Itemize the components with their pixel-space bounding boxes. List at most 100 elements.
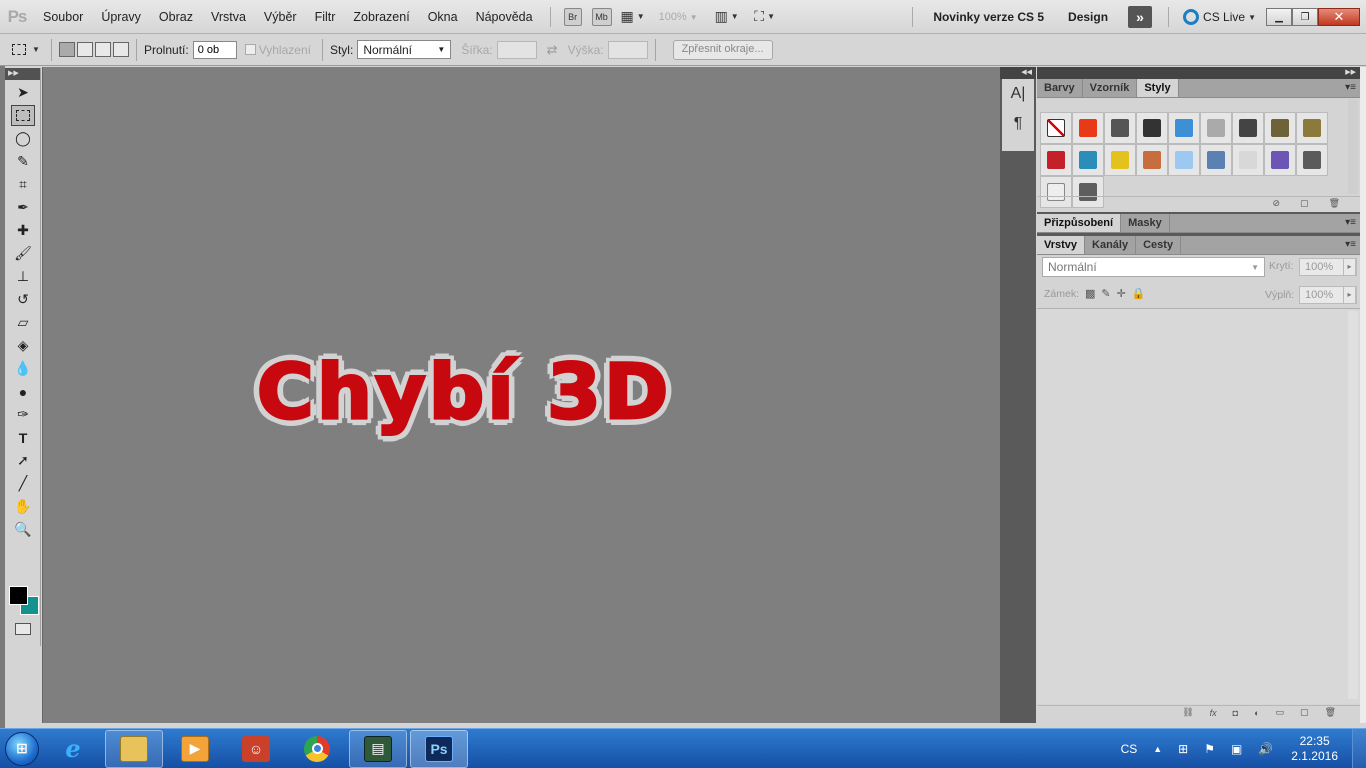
pen-tool-icon[interactable]: ✑	[11, 404, 35, 425]
swap-icon[interactable]: ⇄	[547, 42, 558, 58]
taskbar-chrome[interactable]	[288, 730, 346, 768]
tab-kanaly[interactable]: Kanály	[1085, 236, 1137, 254]
character-panel-icon[interactable]: A|	[1002, 79, 1034, 109]
dodge-tool-icon[interactable]: ●	[11, 381, 35, 402]
menu-okna[interactable]: Okna	[419, 10, 467, 24]
panels-collapse-icon[interactable]: ▶▶	[1037, 67, 1360, 79]
whats-new-link[interactable]: Novinky verze CS 5	[921, 10, 1056, 24]
brush-tool-icon[interactable]: 🖌	[11, 243, 35, 264]
cs-live-button[interactable]: CS Live ▼	[1183, 9, 1256, 25]
add-mask-icon[interactable]: ◘	[1233, 708, 1238, 718]
add-to-selection-icon[interactable]	[77, 42, 93, 57]
zoom-level[interactable]: 100% ▼	[659, 11, 698, 23]
taskbar-game[interactable]: ☺	[227, 730, 285, 768]
tool-preset-picker[interactable]: ▼	[8, 39, 44, 61]
menu-filtr[interactable]: Filtr	[306, 10, 345, 24]
mini-bridge-button[interactable]: Mb	[591, 7, 612, 26]
style-swatch[interactable]	[1104, 112, 1136, 144]
toolbox-collapse-icon[interactable]: ▶▶	[5, 68, 40, 80]
eyedropper-tool-icon[interactable]: ✒	[11, 197, 35, 218]
style-swatch[interactable]	[1264, 112, 1296, 144]
menu-zobrazeni[interactable]: Zobrazení	[344, 10, 418, 24]
document-canvas[interactable]: Chybí 3D	[42, 67, 1000, 723]
paragraph-panel-icon[interactable]: ¶	[1002, 109, 1034, 139]
styles-scrollbar[interactable]	[1348, 99, 1358, 194]
extras-icon[interactable]: ▦ ▼	[621, 8, 645, 26]
style-swatch[interactable]	[1296, 112, 1328, 144]
new-style-icon[interactable]: ▢	[1300, 198, 1309, 209]
workspace-design[interactable]: Design	[1056, 10, 1120, 24]
clone-stamp-tool-icon[interactable]: ⊥	[11, 266, 35, 287]
feather-input[interactable]	[192, 40, 237, 59]
arrange-documents-icon[interactable]: ▥ ▼	[713, 8, 741, 26]
network-icon[interactable]: ▣	[1231, 742, 1242, 756]
antialias-checkbox[interactable]	[244, 44, 256, 55]
panel-menu-icon[interactable]: ▾≡	[1345, 82, 1356, 93]
style-swatch[interactable]	[1232, 112, 1264, 144]
layer-style-icon[interactable]: fx	[1210, 708, 1217, 718]
taskbar-photoshop[interactable]: Ps	[410, 729, 468, 768]
style-swatch[interactable]	[1104, 144, 1136, 176]
new-selection-icon[interactable]	[59, 42, 75, 57]
style-swatch[interactable]	[1200, 144, 1232, 176]
style-swatch[interactable]	[1040, 112, 1072, 144]
path-selection-tool-icon[interactable]: ➚	[11, 450, 35, 471]
menu-napoveda[interactable]: Nápověda	[467, 10, 542, 24]
style-swatch[interactable]	[1040, 144, 1072, 176]
spot-healing-tool-icon[interactable]: ✚	[11, 220, 35, 241]
layers-scrollbar[interactable]	[1348, 311, 1358, 699]
delete-layer-icon[interactable]: 🗑	[1325, 707, 1336, 718]
taskbar-internet-explorer[interactable]: e	[44, 730, 102, 768]
style-swatch[interactable]	[1296, 144, 1328, 176]
taskbar-explorer[interactable]	[105, 729, 163, 768]
dock-collapse-icon[interactable]: ◀◀	[1000, 67, 1036, 79]
restore-icon[interactable]: ❐	[1292, 8, 1318, 26]
panel-menu-icon[interactable]: ▾≡	[1345, 217, 1356, 228]
eraser-tool-icon[interactable]: ▱	[11, 312, 35, 333]
tray-expand-icon[interactable]: ▲	[1153, 744, 1162, 754]
tab-vzornik[interactable]: Vzorník	[1083, 79, 1138, 97]
style-swatch[interactable]	[1200, 112, 1232, 144]
minimize-icon[interactable]: ▁	[1266, 8, 1292, 26]
layers-list[interactable]	[1037, 308, 1360, 704]
adjustment-layer-icon[interactable]: ◐	[1254, 708, 1259, 718]
style-swatch[interactable]	[1072, 112, 1104, 144]
opacity-slider-icon[interactable]: ▸	[1343, 258, 1356, 276]
link-layers-icon[interactable]: ⛓	[1182, 707, 1193, 718]
delete-style-icon[interactable]: 🗑	[1329, 198, 1340, 209]
start-button[interactable]: ⊞	[0, 729, 44, 768]
width-input[interactable]	[496, 40, 537, 59]
language-indicator[interactable]: CS	[1121, 742, 1138, 756]
tab-barvy[interactable]: Barvy	[1037, 79, 1083, 97]
style-swatch[interactable]	[1136, 112, 1168, 144]
rectangular-marquee-tool-icon[interactable]	[11, 105, 35, 126]
tab-masky[interactable]: Masky	[1121, 214, 1170, 232]
close-icon[interactable]: ✕	[1318, 8, 1360, 26]
menu-vrstva[interactable]: Vrstva	[202, 10, 255, 24]
bridge-button[interactable]: Br	[563, 7, 582, 26]
show-desktop-button[interactable]	[1352, 729, 1366, 768]
lock-position-icon[interactable]: ✛	[1117, 287, 1126, 300]
tab-cesty[interactable]: Cesty	[1136, 236, 1182, 254]
workspace-expand-icon[interactable]: »	[1128, 6, 1153, 28]
new-layer-icon[interactable]: ▢	[1300, 707, 1309, 718]
style-swatch[interactable]	[1232, 144, 1264, 176]
line-tool-icon[interactable]: ╱	[11, 473, 35, 494]
subtract-from-selection-icon[interactable]	[95, 42, 111, 57]
style-swatch[interactable]	[1072, 144, 1104, 176]
refine-edge-button[interactable]: Zpřesnit okraje...	[672, 39, 773, 60]
new-group-icon[interactable]: ▭	[1276, 707, 1285, 718]
lasso-tool-icon[interactable]: ◯	[11, 128, 35, 149]
style-swatch[interactable]	[1168, 144, 1200, 176]
history-brush-tool-icon[interactable]: ↺	[11, 289, 35, 310]
height-input[interactable]	[607, 40, 648, 59]
move-tool-icon[interactable]: ➤	[11, 82, 35, 103]
windows-flag-icon[interactable]: ⊞	[1178, 742, 1188, 756]
zoom-tool-icon[interactable]: 🔍	[11, 519, 35, 540]
fill-slider-icon[interactable]: ▸	[1343, 286, 1356, 304]
taskbar-monitor-app[interactable]: ▤	[349, 729, 407, 768]
menu-upravy[interactable]: Úpravy	[92, 10, 150, 24]
intersect-selection-icon[interactable]	[113, 42, 129, 57]
menu-obraz[interactable]: Obraz	[150, 10, 202, 24]
clock[interactable]: 22:35 2.1.2016	[1291, 734, 1338, 764]
